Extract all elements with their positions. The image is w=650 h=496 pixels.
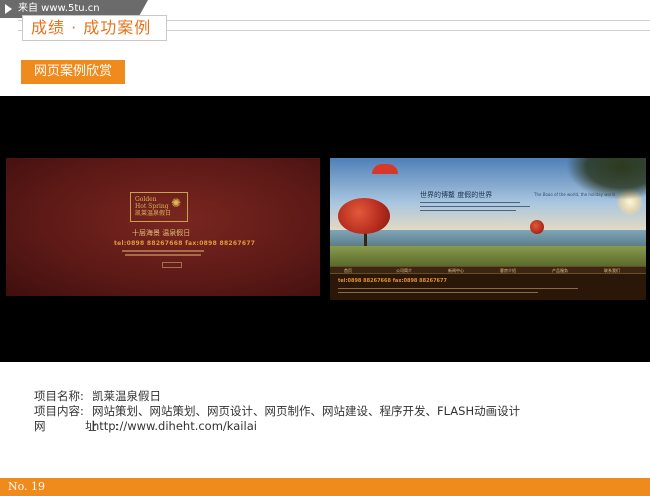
page-number: No. 19	[8, 480, 46, 493]
hotel-logo: Golden Hot Spring 凯莱温泉假日 ✺	[130, 192, 188, 222]
red-tree	[338, 198, 390, 234]
project-url: http://www.diheht.com/kailai	[92, 419, 257, 433]
project-name: 凯莱温泉假日	[92, 389, 161, 403]
showcase-stage: Golden Hot Spring 凯莱温泉假日 ✺ 十层海景 温泉假日 tel…	[0, 96, 650, 362]
play-icon	[5, 4, 12, 14]
website-screenshot-right: 世界的博鳌 度假的世界 The Boao of the world, the h…	[330, 158, 646, 300]
page-title: 成绩 · 成功案例	[22, 15, 167, 41]
footer-bar: No. 19	[0, 478, 650, 496]
left-enter-button	[162, 262, 182, 268]
right-footer: tel:0898 88267668 fax:0898 88267677	[330, 274, 646, 300]
section-badge: 网页案例欣赏	[21, 60, 125, 84]
left-slogan: 十层海景 温泉假日	[132, 229, 191, 237]
project-content-row: 项目内容: 网站策划、网站策划、网页设计、网页制作、网站建设、程序开发、FLASH…	[34, 404, 521, 418]
palm-sun-icon: ✺	[171, 196, 182, 210]
project-content: 网站策划、网站策划、网页设计、网页制作、网站建设、程序开发、FLASH动画设计	[92, 404, 521, 418]
project-info: 项目名称: 凯莱温泉假日 项目内容: 网站策划、网站策划、网页设计、网页制作、网站建…	[34, 389, 520, 434]
paraglider-icon	[372, 164, 398, 174]
watermark-text: 来自 www.5tu.cn	[18, 3, 100, 14]
project-url-row: 网 址:http://www.diheht.com/kailai	[34, 419, 257, 433]
right-headline: 世界的博鳌 度假的世界	[420, 191, 493, 199]
website-screenshot-left: Golden Hot Spring 凯莱温泉假日 ✺ 十层海景 温泉假日 tel…	[6, 158, 320, 296]
right-navbar: 首页 公司简介 新闻中心 客房介绍 产品服务 联系我们	[330, 266, 646, 274]
left-contact: tel:0898 88267668 fax:0898 88267677	[114, 240, 256, 247]
project-name-row: 项目名称: 凯莱温泉假日	[34, 389, 161, 403]
